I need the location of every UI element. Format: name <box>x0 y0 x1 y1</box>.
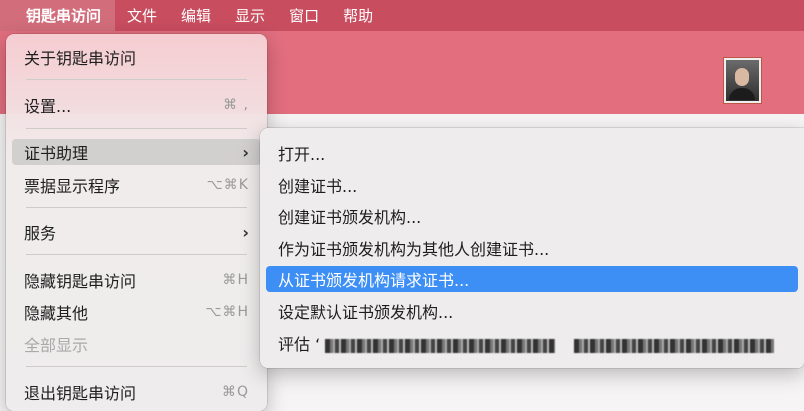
submenu-item-create-ca[interactable]: 创建证书颁发机构... <box>266 203 798 229</box>
menu-item-shortcut: ⌥⌘K <box>206 177 249 193</box>
menu-separator <box>26 254 247 255</box>
submenu-item-open[interactable]: 打开... <box>266 140 798 166</box>
chevron-right-icon: › <box>242 222 249 242</box>
menu-item-quit[interactable]: 退出钥匙串访问 ⌘Q <box>12 379 261 405</box>
menubar-window[interactable]: 窗口 <box>277 0 331 31</box>
menubar-app-keychain-access[interactable]: 钥匙串访问 <box>0 0 116 31</box>
menu-item-label: 创建证书... <box>278 177 358 196</box>
evaluate-label-text: 评估 ‘ <box>278 335 321 354</box>
menu-separator <box>26 79 247 80</box>
submenu-item-create-cert-for-others[interactable]: 作为证书颁发机构为其他人创建证书... <box>266 235 798 261</box>
certificate-assistant-submenu: 打开... 创建证书... 创建证书颁发机构... 作为证书颁发机构为其他人创建… <box>260 128 804 368</box>
submenu-item-set-default-ca[interactable]: 设定默认证书颁发机构... <box>266 298 798 324</box>
submenu-item-create-certificate[interactable]: 创建证书... <box>266 172 798 198</box>
redacted-text <box>574 338 775 353</box>
menu-item-label: 全部显示 <box>24 336 89 355</box>
menu-item-label: 从证书颁发机构请求证书... <box>278 271 470 290</box>
menu-item-label: 退出钥匙串访问 <box>24 384 137 403</box>
menu-item-label: 隐藏其他 <box>24 304 89 323</box>
avatar-face <box>735 68 749 86</box>
menu-item-shortcut: ⌥⌘H <box>205 304 249 320</box>
menu-item-label: 证书助理 <box>24 144 89 163</box>
menu-item-shortcut: ⌘ , <box>223 97 249 113</box>
avatar-shoulders <box>729 88 755 100</box>
menubar-edit[interactable]: 编辑 <box>169 0 223 31</box>
menu-item-label: 作为证书颁发机构为其他人创建证书... <box>278 240 550 259</box>
menu-separator <box>26 207 247 208</box>
menu-item-label: 票据显示程序 <box>24 177 121 196</box>
menu-separator <box>26 366 247 367</box>
menu-item-hide-others[interactable]: 隐藏其他 ⌥⌘H <box>12 299 261 325</box>
menu-item-settings[interactable]: 设置... ⌘ , <box>12 92 261 118</box>
menu-item-shortcut: ⌘Q <box>221 384 249 400</box>
menu-item-label: 设定默认证书颁发机构... <box>278 303 454 322</box>
menu-item-ticket-viewer[interactable]: 票据显示程序 ⌥⌘K <box>12 172 261 198</box>
menu-item-show-all: 全部显示 <box>12 331 261 357</box>
user-avatar[interactable] <box>724 58 761 103</box>
menu-item-services[interactable]: 服务 › <box>12 219 261 245</box>
menu-item-label: 评估 ‘ <box>278 331 786 355</box>
menu-item-label: 打开... <box>278 145 326 164</box>
menu-item-label: 设置... <box>24 97 72 116</box>
menu-item-about[interactable]: 关于钥匙串访问 <box>12 44 261 70</box>
menu-bar: 钥匙串访问 文件 编辑 显示 窗口 帮助 <box>0 0 804 31</box>
menu-item-label: 隐藏钥匙串访问 <box>24 272 137 291</box>
menubar-view[interactable]: 显示 <box>223 0 277 31</box>
menu-item-shortcut: ⌘H <box>222 272 249 288</box>
menu-item-certificate-assistant[interactable]: 证书助理 › <box>12 139 261 165</box>
menu-item-hide-keychain-access[interactable]: 隐藏钥匙串访问 ⌘H <box>12 267 261 293</box>
menubar-file[interactable]: 文件 <box>115 0 169 31</box>
menubar-help[interactable]: 帮助 <box>331 0 385 31</box>
submenu-item-evaluate[interactable]: 评估 ‘ <box>266 330 798 356</box>
app-menu-dropdown: 关于钥匙串访问 设置... ⌘ , 证书助理 › 票据显示程序 ⌥⌘K 服务 ›… <box>6 34 267 411</box>
submenu-item-request-from-ca[interactable]: 从证书颁发机构请求证书... <box>266 266 798 292</box>
menu-item-label: 服务 <box>24 224 57 243</box>
menu-item-label: 创建证书颁发机构... <box>278 208 422 227</box>
menu-item-label: 关于钥匙串访问 <box>24 49 137 68</box>
menu-separator <box>26 128 247 129</box>
chevron-right-icon: › <box>242 142 249 162</box>
redacted-text <box>325 338 556 353</box>
